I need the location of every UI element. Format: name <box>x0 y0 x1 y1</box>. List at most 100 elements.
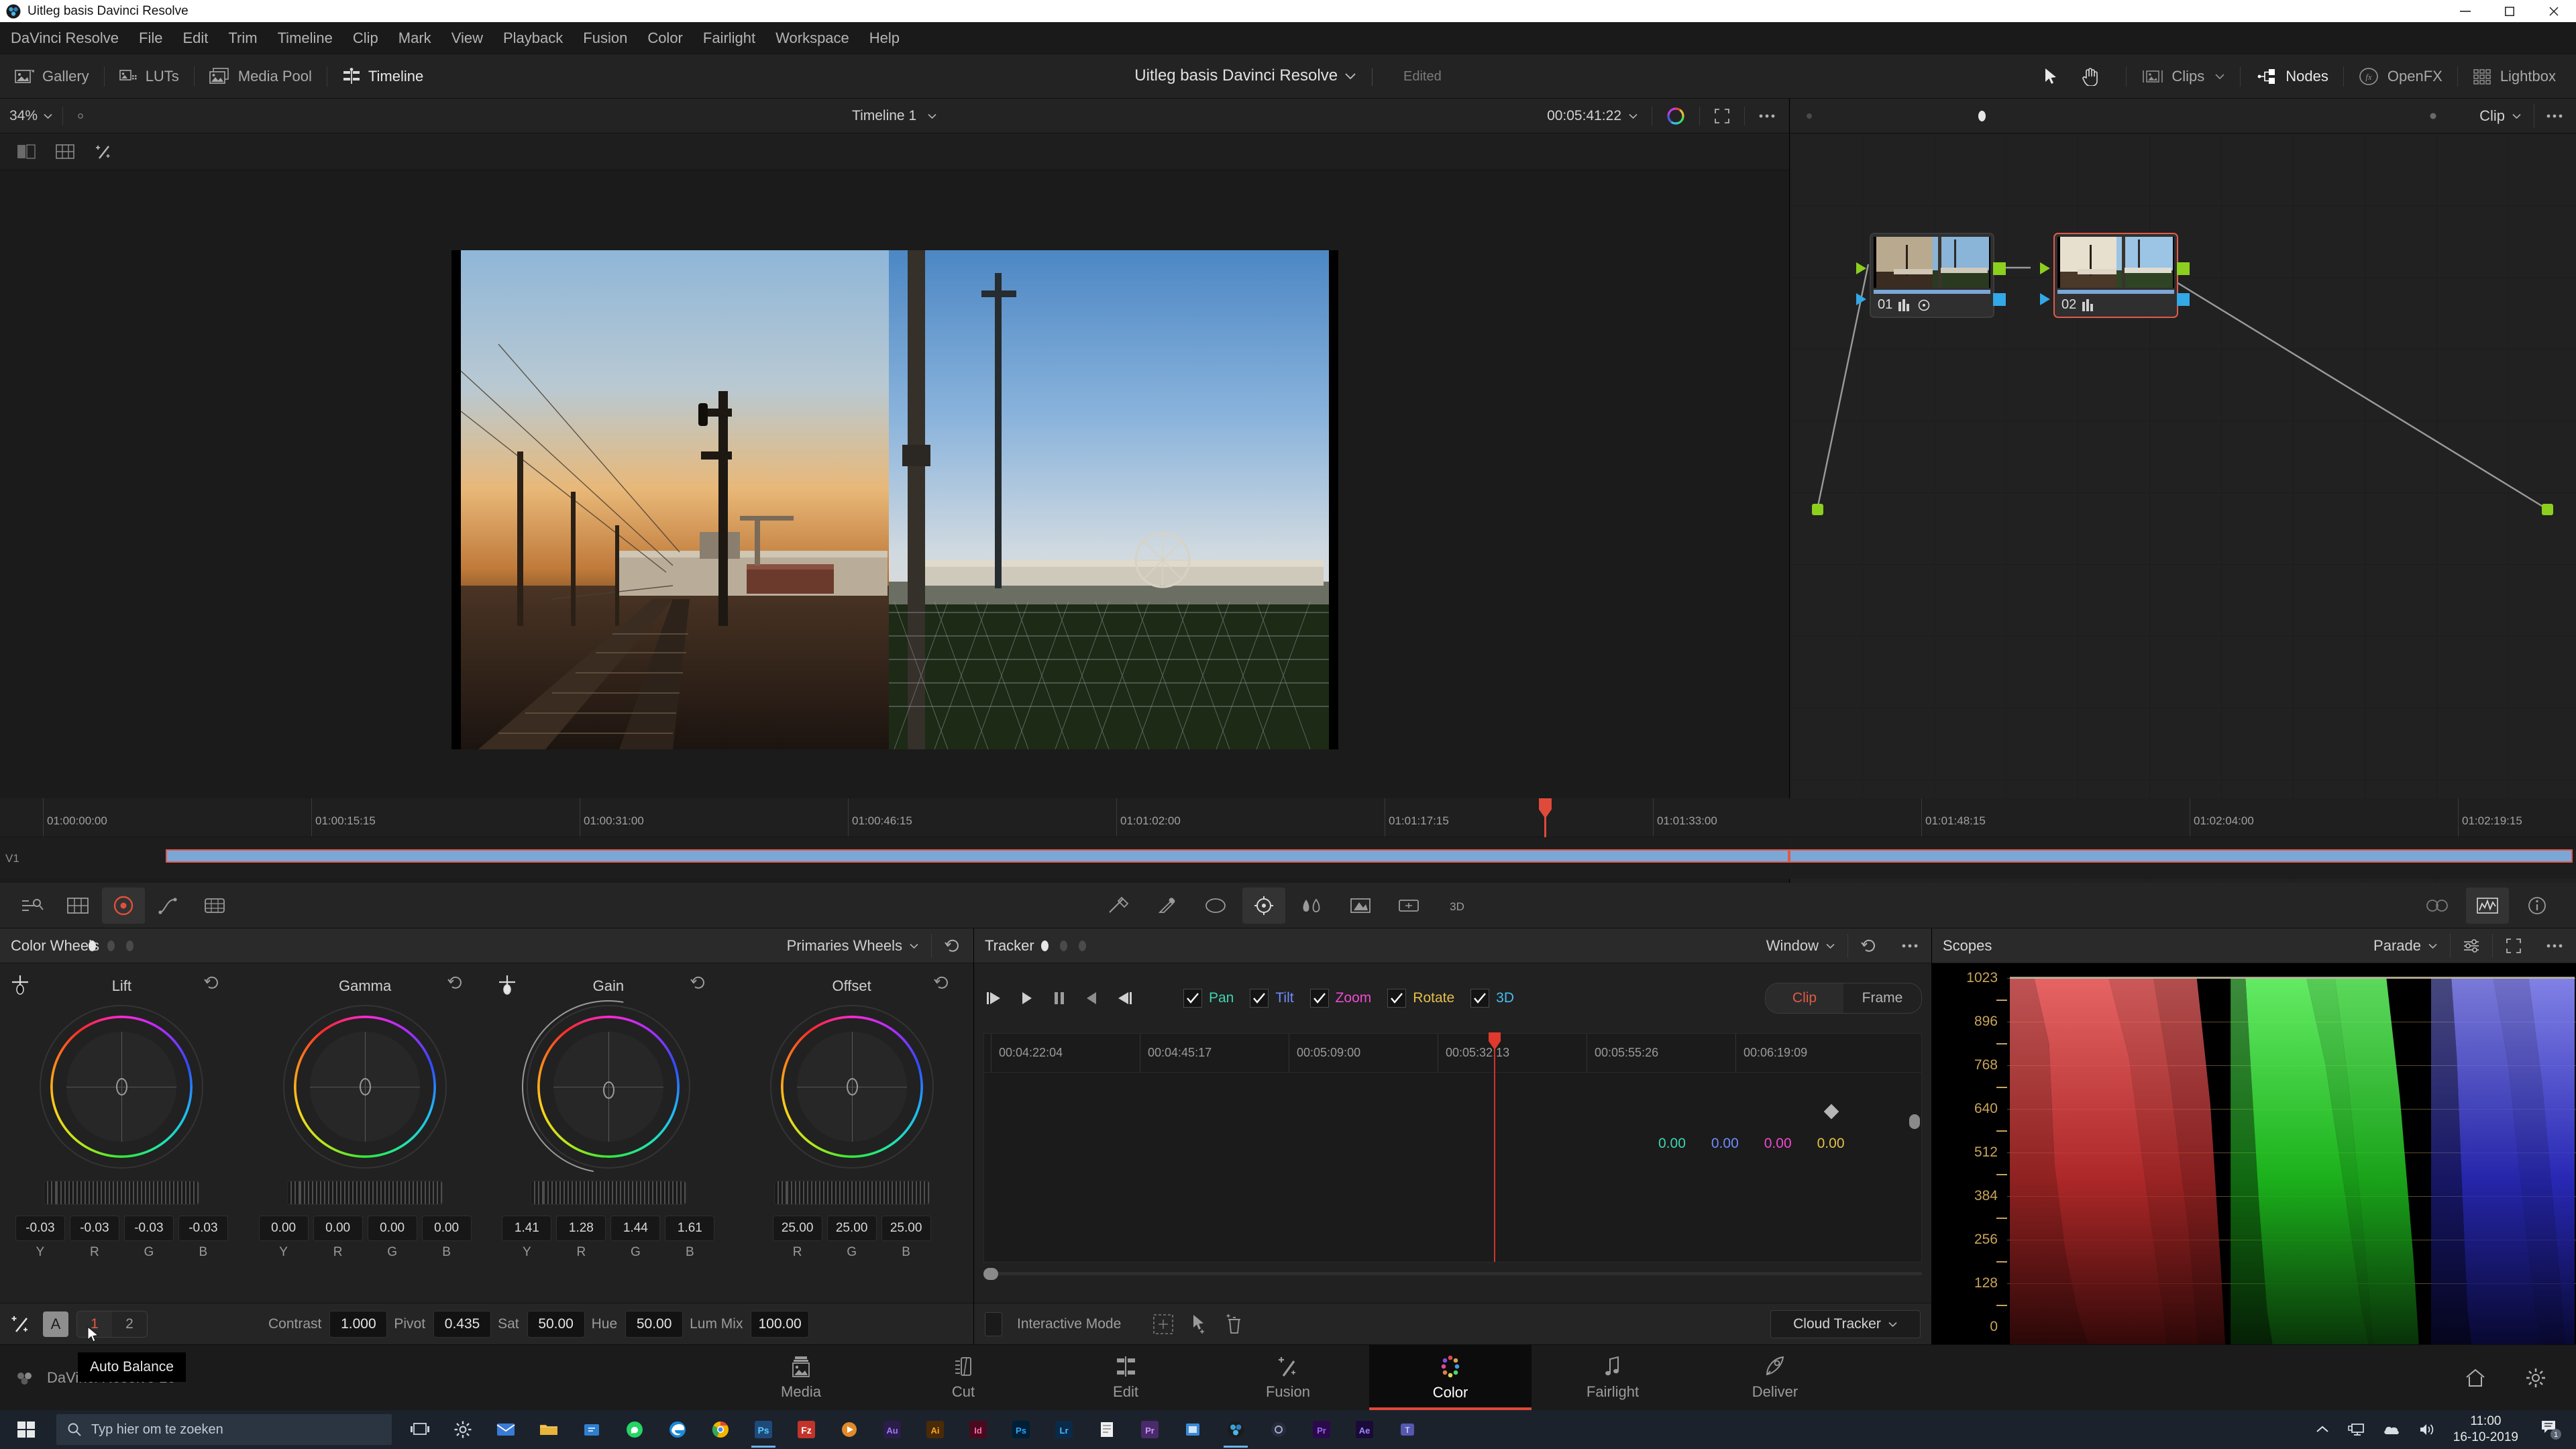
onedrive-cloud-icon[interactable] <box>2382 1423 2401 1436</box>
notification-center-button[interactable]: 1 <box>2536 1414 2567 1445</box>
menu-workspace[interactable]: Workspace <box>765 22 859 54</box>
sizing-button[interactable] <box>1387 888 1430 924</box>
tracker-tilt-checkbox[interactable]: Tilt <box>1250 989 1294 1008</box>
color-wheels-mode-selector[interactable]: Primaries Wheels <box>787 937 931 955</box>
task-view-icon[interactable] <box>398 1410 441 1449</box>
wheel-offset-control[interactable] <box>769 1005 934 1169</box>
hand-tool-icon[interactable] <box>2082 67 2099 86</box>
media-pool-button[interactable]: Media Pool <box>195 54 327 99</box>
qualifier-button[interactable] <box>1097 888 1140 924</box>
lift-bias-control-icon[interactable] <box>9 973 32 1000</box>
pointer-tool-icon[interactable] <box>2043 67 2059 86</box>
nodes-button[interactable]: Nodes <box>2241 54 2343 99</box>
node-cursor-icon[interactable] <box>1803 109 1816 123</box>
lift-r-value[interactable]: -0.03 <box>69 1216 119 1241</box>
page-dot[interactable] <box>1060 940 1067 951</box>
eyedropper-button[interactable] <box>1146 888 1189 924</box>
node-options-button[interactable] <box>2534 99 2576 133</box>
node-source-terminal[interactable] <box>1812 504 1823 515</box>
page-tab-edit[interactable]: Edit <box>1044 1345 1207 1411</box>
node-output-rgb-port[interactable] <box>1993 262 2006 275</box>
start-button[interactable] <box>0 1410 52 1449</box>
mail-app-icon[interactable] <box>484 1410 527 1449</box>
node-output-rgb-port[interactable] <box>2177 262 2190 275</box>
show-hidden-icons-chevron-icon[interactable] <box>2315 1424 2330 1435</box>
teams-app-icon[interactable]: T <box>1386 1410 1429 1449</box>
tracker-rotate-checkbox[interactable]: Rotate <box>1387 989 1454 1008</box>
wheel-offset-knob[interactable] <box>846 1078 858 1095</box>
taskbar-clock[interactable]: 11:00 16-10-2019 <box>2453 1413 2518 1446</box>
hue-value[interactable]: 50.00 <box>625 1310 684 1338</box>
timeline-ruler-right[interactable]: 01:01:48:15 01:02:04:00 01:02:19:15 <box>1790 798 2576 837</box>
lum-mix-value[interactable]: 100.00 <box>751 1310 809 1338</box>
cloud-tracker-selector[interactable]: Cloud Tracker <box>1770 1309 1921 1338</box>
tracker-pan-checkbox[interactable]: Pan <box>1183 989 1234 1008</box>
gain-bias-control-icon[interactable] <box>496 973 519 1000</box>
network-icon[interactable] <box>2347 1421 2365 1438</box>
page-dot[interactable] <box>1041 940 1049 951</box>
menu-color[interactable]: Color <box>637 22 693 54</box>
premiere-app-icon[interactable]: Pr <box>1300 1410 1343 1449</box>
wheel-gain-knob[interactable] <box>602 1081 614 1099</box>
fusion-taskbar-icon[interactable] <box>1257 1410 1300 1449</box>
grid-view-icon[interactable] <box>47 137 83 166</box>
illustrator-app-icon[interactable]: Ai <box>914 1410 957 1449</box>
reset-color-wheels-button[interactable] <box>932 928 973 963</box>
delete-tracker-point-icon[interactable] <box>1224 1313 1244 1336</box>
store-app-icon[interactable] <box>570 1410 613 1449</box>
offset-b-value[interactable]: 25.00 <box>881 1216 931 1241</box>
page-tab-color[interactable]: Color <box>1369 1344 1532 1411</box>
scopes-options-button[interactable] <box>2534 928 2576 963</box>
node-output-key-port[interactable] <box>2177 293 2190 306</box>
menu-playback[interactable]: Playback <box>493 22 573 54</box>
timeline-ruler[interactable]: 01:00:00:00 01:00:15:15 01:00:31:00 01:0… <box>0 798 1790 877</box>
node-slider-icon[interactable] <box>2427 110 2439 122</box>
add-tracker-region-icon[interactable] <box>1152 1313 1175 1336</box>
photoshop-app-icon[interactable]: Ps <box>742 1410 785 1449</box>
explorer-app-icon[interactable] <box>527 1410 570 1449</box>
reset-tracker-button[interactable] <box>1848 928 1890 963</box>
wheel-gamma-control[interactable] <box>283 1005 447 1169</box>
menu-file[interactable]: File <box>129 22 172 54</box>
page-dot[interactable] <box>1978 110 1986 121</box>
menu-mark[interactable]: Mark <box>388 22 441 54</box>
blue-folder-app-icon[interactable] <box>1171 1410 1214 1449</box>
video-preview[interactable] <box>451 250 1338 749</box>
page-tab-cut[interactable]: Cut <box>882 1345 1044 1411</box>
minimize-button[interactable] <box>2443 0 2487 22</box>
scrollbar-knob[interactable] <box>983 1268 998 1280</box>
node-graph-canvas[interactable]: 01 02 <box>1790 133 2576 902</box>
wheel-gain-control[interactable] <box>488 966 729 1208</box>
node-mode-selector[interactable]: Clip <box>2479 107 2534 125</box>
viewer-timeline-selector[interactable]: Timeline 1 <box>0 108 1789 124</box>
tracker-mode-selector[interactable]: Window <box>1766 937 1847 955</box>
node-output-key-port[interactable] <box>1993 293 2006 306</box>
maximize-button[interactable] <box>2487 0 2532 22</box>
tracker-playhead[interactable] <box>1489 1032 1501 1262</box>
clips-button[interactable]: Clips <box>2127 54 2240 99</box>
reset-offset-icon[interactable] <box>933 974 951 991</box>
tracker-vertical-scroll-knob[interactable] <box>1909 1114 1920 1129</box>
node-output-terminal[interactable] <box>2542 504 2553 515</box>
power-window-button[interactable] <box>1194 888 1237 924</box>
node-input-key-port[interactable] <box>1856 293 1866 305</box>
scopes-waveform-display[interactable]: 1023 896 768 640 512 384 256 128 0 <box>1932 963 2576 1344</box>
stereo-3d-button[interactable]: 3D <box>1436 888 1479 924</box>
page-dot[interactable] <box>107 940 115 951</box>
scopes-settings-button[interactable] <box>2451 928 2492 963</box>
fullscreen-icon[interactable] <box>1713 107 1731 125</box>
page-dot[interactable] <box>1079 940 1086 951</box>
tracker-horizontal-scrollbar[interactable] <box>983 1268 1922 1280</box>
indesign-app-icon[interactable]: Id <box>957 1410 1000 1449</box>
lightroom-app-icon[interactable]: Lr <box>1042 1410 1085 1449</box>
tracker-clip-button[interactable]: Clip <box>1766 983 1843 1013</box>
chrome-app-icon[interactable] <box>699 1410 742 1449</box>
volume-icon[interactable] <box>2418 1421 2436 1438</box>
menu-davinci-resolve[interactable]: DaVinci Resolve <box>0 22 129 54</box>
tracker-3d-checkbox[interactable]: 3D <box>1470 989 1514 1008</box>
davinci-resolve-taskbar-icon[interactable] <box>1214 1410 1257 1449</box>
menu-fairlight[interactable]: Fairlight <box>693 22 765 54</box>
key-button[interactable] <box>1339 888 1382 924</box>
menu-trim[interactable]: Trim <box>218 22 267 54</box>
color-wheel-toggle-icon[interactable] <box>1666 106 1686 126</box>
